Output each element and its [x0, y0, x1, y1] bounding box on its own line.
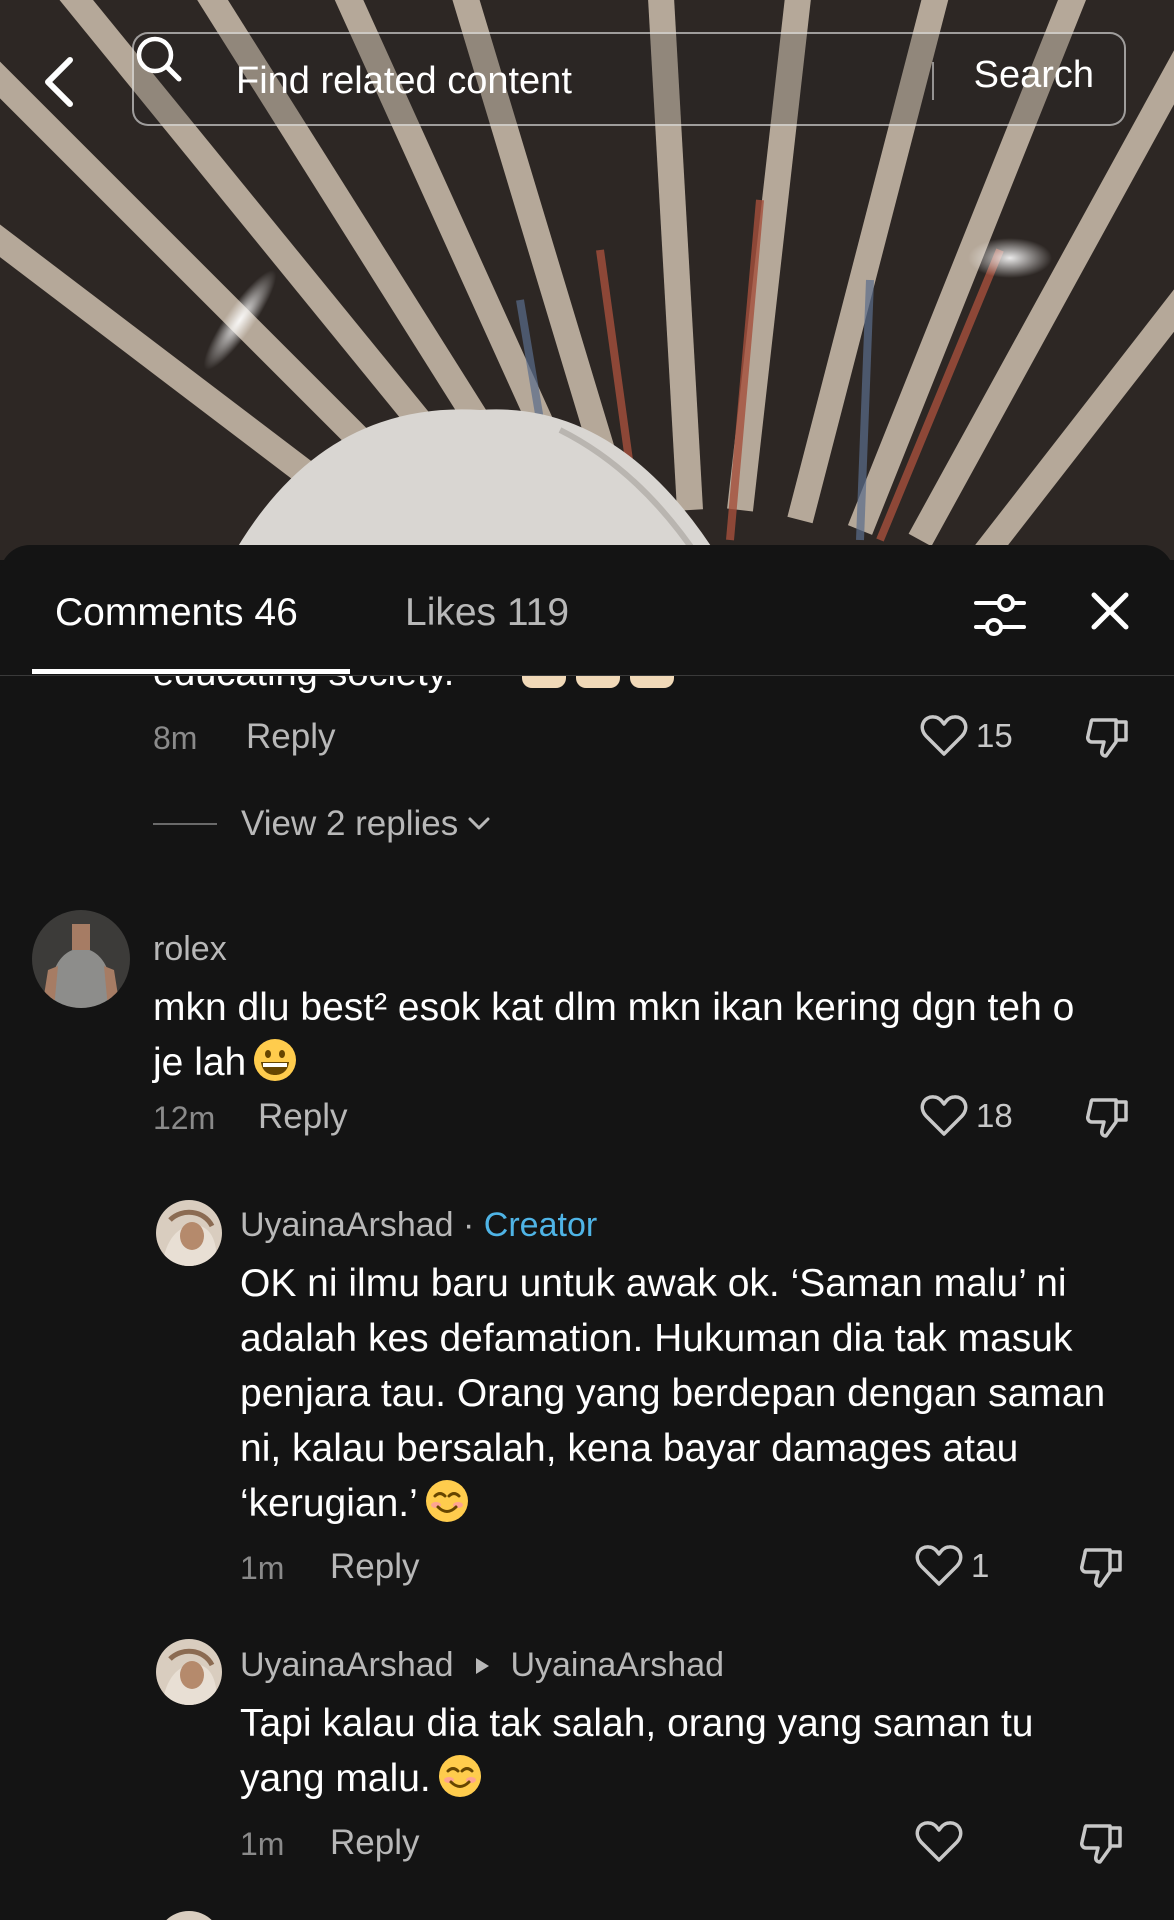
search-icon — [136, 36, 182, 82]
back-arrow-icon — [45, 57, 73, 107]
like-button[interactable] — [915, 1820, 971, 1864]
like-button[interactable]: 18 — [920, 1094, 1013, 1138]
search-button[interactable]: Search — [974, 54, 1094, 97]
view-replies-button[interactable]: View 2 replies — [153, 804, 494, 844]
avatar[interactable] — [156, 1911, 222, 1920]
reply-button[interactable]: Reply — [330, 1823, 419, 1863]
reply-to-username[interactable]: UyainaArshad — [510, 1646, 724, 1684]
reply-username-line: UyainaArshad UyainaArshad — [240, 1646, 724, 1685]
dislike-icon[interactable] — [1078, 1820, 1126, 1868]
back-button[interactable] — [38, 52, 88, 112]
smiling-face-emoji-icon — [425, 1480, 468, 1522]
video-background: Search — [0, 0, 1174, 560]
reply-time: 1m — [240, 1826, 285, 1862]
grinning-face-emoji-icon — [254, 1039, 297, 1081]
like-button[interactable]: 15 — [920, 714, 1013, 758]
heart-icon — [920, 1095, 968, 1136]
avatar[interactable] — [156, 1200, 222, 1266]
like-button[interactable]: 1 — [915, 1544, 989, 1588]
dislike-icon[interactable] — [1084, 1094, 1132, 1142]
comment-time: 8m — [153, 720, 198, 756]
reply-text-content: Tapi kalau dia tak salah, orang yang sam… — [240, 1702, 1034, 1800]
tab-bar: Comments 46 Likes 119 — [0, 545, 1174, 676]
reply-username[interactable]: UyainaArshad — [240, 1206, 454, 1244]
heart-icon — [920, 715, 968, 756]
reply-text: OK ni ilmu baru untuk awak ok. ‘Saman ma… — [240, 1256, 1120, 1531]
avatar-image — [156, 1639, 222, 1705]
reply-text-content: OK ni ilmu baru untuk awak ok. ‘Saman ma… — [240, 1262, 1106, 1525]
smiling-face-emoji-icon — [438, 1755, 481, 1797]
tab-comments[interactable]: Comments 46 — [55, 591, 298, 635]
reply-button[interactable]: Reply — [330, 1547, 419, 1587]
username-separator: · — [463, 1206, 475, 1244]
comment-username[interactable]: rolex — [153, 930, 227, 969]
heart-icon — [915, 1545, 963, 1586]
reply-text: Tapi kalau dia tak salah, orang yang sam… — [240, 1696, 1120, 1806]
dislike-icon[interactable] — [1084, 714, 1132, 762]
comment-time: 12m — [153, 1100, 216, 1136]
avatar[interactable] — [156, 1639, 222, 1705]
avatar-image — [156, 1200, 222, 1266]
search-divider — [932, 62, 934, 100]
close-icon[interactable] — [1088, 589, 1132, 633]
reply-to-arrow-icon — [476, 1658, 490, 1674]
reply-username-line: UyainaArshad · Creator — [240, 1206, 597, 1245]
reply-button[interactable]: Reply — [246, 717, 335, 757]
heart-icon — [915, 1821, 963, 1862]
like-count: 15 — [976, 717, 1013, 754]
search-input[interactable] — [234, 52, 1038, 110]
active-tab-indicator — [32, 669, 350, 674]
like-count: 18 — [976, 1097, 1013, 1134]
tab-likes[interactable]: Likes 119 — [405, 591, 569, 635]
reply-button[interactable]: Reply — [258, 1097, 347, 1137]
creator-badge: Creator — [483, 1206, 598, 1244]
filter-sliders-icon[interactable] — [972, 585, 1028, 645]
like-count: 1 — [971, 1547, 990, 1584]
chevron-down-icon — [468, 817, 490, 830]
reply-username[interactable]: UyainaArshad — [240, 1646, 454, 1684]
comment-text: mkn dlu best² esok kat dlm mkn ikan keri… — [153, 980, 1103, 1090]
view-replies-label: View 2 replies — [241, 804, 459, 843]
dislike-icon[interactable] — [1078, 1544, 1126, 1592]
avatar[interactable] — [32, 910, 130, 1008]
avatar-image — [32, 910, 130, 1008]
search-bar[interactable]: Search — [132, 32, 1126, 126]
replies-divider-line — [153, 823, 217, 825]
comments-sheet: Comments 46 Likes 119 educating society.… — [0, 545, 1174, 1920]
reply-time: 1m — [240, 1550, 285, 1586]
clapping-hands-emoji-icon — [522, 676, 674, 688]
comment-list[interactable]: educating society. 8m Reply 15 View 2 re… — [0, 676, 1174, 1920]
previous-comment-text: educating society. — [153, 676, 454, 695]
